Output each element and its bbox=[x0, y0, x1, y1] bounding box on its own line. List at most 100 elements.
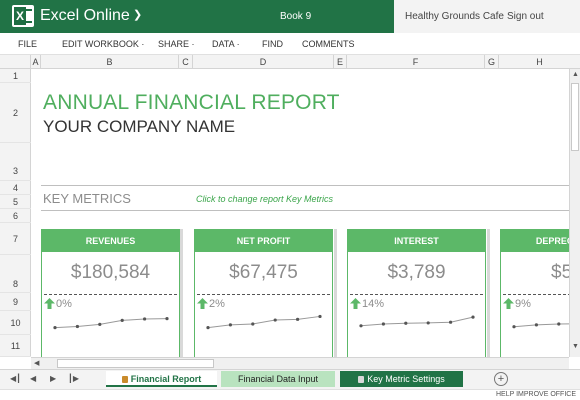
key-metrics-heading[interactable]: KEY METRICS bbox=[43, 191, 131, 206]
row-header[interactable]: 6 bbox=[0, 209, 31, 223]
menu-share[interactable]: SHARE · bbox=[158, 39, 195, 49]
card-value: $180,584 bbox=[70, 262, 151, 283]
lock-icon bbox=[121, 376, 128, 383]
sparkline bbox=[512, 322, 569, 329]
sheet-grid[interactable]: ANNUAL FINANCIAL REPORT YOUR COMPANY NAM… bbox=[31, 69, 569, 357]
sparkline-point bbox=[449, 320, 453, 324]
sparkline-point bbox=[557, 322, 561, 326]
sparkline-point bbox=[296, 317, 300, 321]
card-percent: 14% bbox=[362, 298, 385, 310]
column-header[interactable]: F bbox=[347, 55, 485, 69]
app-name[interactable]: Excel Online bbox=[40, 7, 130, 25]
sparkline-point bbox=[75, 324, 79, 329]
row-header[interactable]: 7 bbox=[0, 223, 31, 255]
row-header[interactable]: 1 bbox=[0, 69, 31, 83]
card-shadow bbox=[334, 229, 337, 357]
column-header[interactable]: E bbox=[334, 55, 347, 69]
column-header[interactable]: B bbox=[41, 55, 179, 69]
row-header[interactable]: 5 bbox=[0, 195, 31, 209]
sparkline-point bbox=[512, 325, 516, 329]
tab-label: Financial Data Input bbox=[237, 374, 319, 384]
scroll-up-icon[interactable]: ▲ bbox=[572, 71, 579, 78]
column-header[interactable]: C bbox=[179, 55, 193, 69]
tab-key-metric-settings[interactable]: Key Metric Settings bbox=[340, 371, 463, 387]
card-divider bbox=[44, 294, 177, 295]
scroll-thumb[interactable] bbox=[571, 83, 579, 151]
tab-label: Financial Report bbox=[130, 374, 202, 384]
card-shadow bbox=[180, 229, 183, 357]
card-value: $5,5 bbox=[551, 262, 569, 283]
metric-card-revenues[interactable]: REVENUES $180,584 0% bbox=[41, 229, 180, 357]
card-shadow bbox=[487, 229, 490, 357]
sparkline-point bbox=[120, 318, 124, 322]
sparkline-point bbox=[53, 326, 57, 330]
tab-financial-data-input[interactable]: Financial Data Input bbox=[221, 371, 335, 387]
column-header[interactable]: H bbox=[499, 55, 580, 69]
excel-icon[interactable]: X bbox=[12, 5, 34, 27]
add-sheet-button[interactable]: + bbox=[494, 372, 508, 386]
sparkline bbox=[206, 314, 322, 330]
metric-card-depreciation[interactable]: DEPRECIATION $5,5 9% bbox=[500, 229, 569, 357]
signout-link[interactable]: Sign out bbox=[507, 11, 544, 22]
row-header[interactable]: 3 bbox=[0, 143, 31, 181]
menu-edit-workbook[interactable]: EDIT WORKBOOK · bbox=[62, 39, 144, 49]
sparkline-point bbox=[165, 317, 169, 321]
horizontal-scrollbar[interactable]: ◀ bbox=[31, 357, 569, 369]
excel-grid-mark bbox=[26, 9, 32, 23]
card-percent: 2% bbox=[209, 298, 225, 310]
select-all-corner[interactable] bbox=[0, 55, 31, 69]
next-sheet-icon[interactable]: ▶ bbox=[50, 374, 56, 383]
column-header[interactable]: D bbox=[193, 55, 334, 69]
title-bar: X Excel Online ❯ Book 9 Healthy Grounds … bbox=[0, 0, 580, 33]
report-title[interactable]: ANNUAL FINANCIAL REPORT bbox=[43, 91, 340, 115]
sparkline-path bbox=[207, 315, 321, 329]
metric-card-interest[interactable]: INTEREST $3,789 14% bbox=[347, 229, 486, 357]
menu-find[interactable]: FIND bbox=[262, 39, 283, 49]
book-title[interactable]: Book 9 bbox=[280, 11, 311, 22]
row-header[interactable]: 11 bbox=[0, 335, 31, 357]
change-key-metrics-link[interactable]: Click to change report Key Metrics bbox=[196, 194, 333, 204]
row-header[interactable]: 10 bbox=[0, 311, 31, 335]
workspace-name[interactable]: Healthy Grounds Cafe bbox=[405, 11, 504, 22]
row-header[interactable]: 2 bbox=[0, 83, 31, 143]
lock-icon bbox=[358, 376, 365, 383]
menu-comments[interactable]: COMMENTS bbox=[302, 39, 355, 49]
vertical-scrollbar[interactable]: ▲ ▼ bbox=[569, 69, 580, 357]
menu-file[interactable]: FILE bbox=[18, 39, 37, 49]
trend-up-icon bbox=[44, 298, 55, 309]
row-headers: 1 2 3 4 5 6 7 8 9 10 11 bbox=[0, 69, 31, 357]
card-title: NET PROFIT bbox=[195, 230, 332, 252]
tab-label: Key Metric Settings bbox=[367, 374, 445, 384]
scroll-left-icon[interactable]: ◀ bbox=[34, 359, 39, 367]
card-title: DEPRECIATION bbox=[501, 230, 569, 252]
last-sheet-icon[interactable]: ┃▶ bbox=[68, 374, 79, 383]
first-sheet-icon[interactable]: ◀┃ bbox=[10, 374, 21, 383]
row-header[interactable]: 4 bbox=[0, 181, 31, 195]
column-header[interactable]: G bbox=[485, 55, 499, 69]
column-header[interactable]: A bbox=[31, 55, 41, 69]
tab-financial-report[interactable]: Financial Report bbox=[106, 371, 217, 387]
trend-up-icon bbox=[503, 298, 514, 309]
company-name[interactable]: YOUR COMPANY NAME bbox=[43, 117, 235, 137]
menu-data[interactable]: DATA · bbox=[212, 39, 240, 49]
trend-up-icon bbox=[350, 298, 361, 309]
card-divider bbox=[197, 294, 330, 295]
sparkline-point bbox=[359, 324, 363, 328]
sparkline-path bbox=[513, 323, 569, 328]
sparkline-point bbox=[98, 322, 102, 326]
metric-card-net-profit[interactable]: NET PROFIT $67,475 2% bbox=[194, 229, 333, 357]
scroll-thumb[interactable] bbox=[57, 359, 214, 368]
help-improve-link[interactable]: HELP IMPROVE OFFICE bbox=[496, 391, 576, 398]
sparkline-path bbox=[54, 318, 168, 329]
sparkline-point bbox=[206, 326, 210, 330]
divider bbox=[41, 210, 569, 211]
status-bar: HELP IMPROVE OFFICE bbox=[0, 389, 580, 400]
card-title: REVENUES bbox=[42, 230, 179, 252]
row-header[interactable]: 9 bbox=[0, 293, 31, 311]
card-divider bbox=[503, 294, 569, 295]
prev-sheet-icon[interactable]: ◀ bbox=[30, 374, 36, 383]
menu-bar: FILE EDIT WORKBOOK · SHARE · DATA · FIND… bbox=[0, 33, 580, 55]
chevron-down-icon[interactable]: ❯ bbox=[133, 8, 142, 21]
scroll-down-icon[interactable]: ▼ bbox=[572, 343, 579, 350]
row-header[interactable]: 8 bbox=[0, 255, 31, 293]
